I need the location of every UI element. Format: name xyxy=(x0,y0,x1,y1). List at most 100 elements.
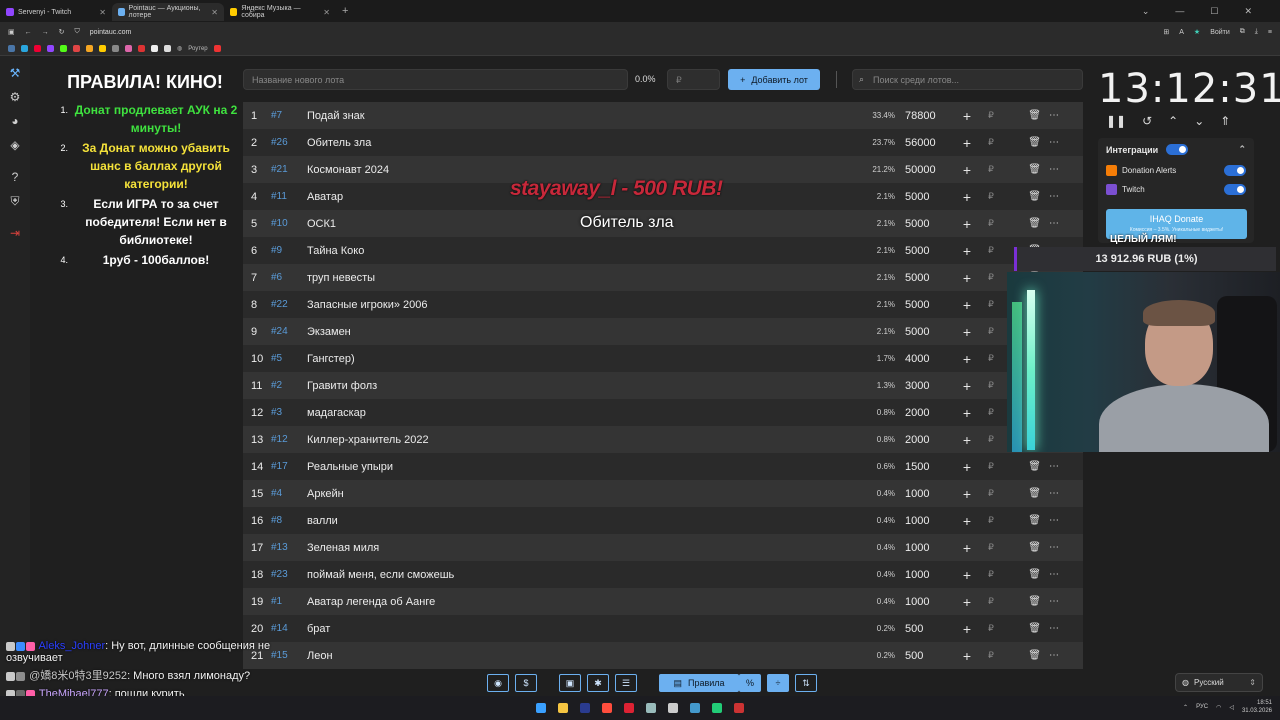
plus-icon[interactable]: + xyxy=(955,162,979,178)
trash-icon[interactable]: 🗑 xyxy=(1003,515,1041,526)
plus-icon[interactable]: + xyxy=(955,189,979,205)
ruble-icon[interactable]: ₽ xyxy=(979,110,1003,121)
bookmark-twitch-icon[interactable] xyxy=(47,45,54,52)
volume-icon[interactable]: ◁ xyxy=(1229,704,1234,711)
more-icon[interactable]: ⋯ xyxy=(1041,596,1067,607)
bug-icon[interactable]: ✱ xyxy=(587,674,609,692)
trash-icon[interactable]: 🗑 xyxy=(1003,542,1041,553)
ruble-icon[interactable]: ₽ xyxy=(979,650,1003,661)
lot-row[interactable]: 1 #7 Подай знак 33.4% 78800 + ₽ 🗑 ⋯ xyxy=(243,102,1083,129)
more-icon[interactable]: ⋯ xyxy=(1041,542,1067,553)
app-icon[interactable] xyxy=(734,703,744,713)
rules-button[interactable]: ▤ Правила xyxy=(659,674,739,692)
shield-check-icon[interactable]: ⛨ xyxy=(8,194,22,208)
more-icon[interactable]: ⋯ xyxy=(1041,110,1067,121)
plus-icon[interactable]: + xyxy=(955,378,979,394)
file-explorer-icon[interactable] xyxy=(558,703,568,713)
new-lot-input[interactable]: Название нового лота xyxy=(243,69,628,90)
plus-icon[interactable]: + xyxy=(955,135,979,151)
lot-sum[interactable]: 1000 xyxy=(895,515,955,527)
bookmark-generic-icon[interactable] xyxy=(151,45,158,52)
lot-sum[interactable]: 78800 xyxy=(895,110,955,122)
lot-name[interactable]: Гангстер) xyxy=(307,353,847,365)
more-icon[interactable]: ⋯ xyxy=(1041,137,1067,148)
ruble-icon[interactable]: ₽ xyxy=(979,353,1003,364)
more-icon[interactable]: ⋯ xyxy=(1041,515,1067,526)
lot-name[interactable]: Реальные упыри xyxy=(307,461,847,473)
pause-icon[interactable]: ❚❚ xyxy=(1106,114,1126,128)
keyboard-layout[interactable]: РУС xyxy=(1196,704,1208,710)
more-icon[interactable]: ⋯ xyxy=(1041,623,1067,634)
plus-icon[interactable]: + xyxy=(955,351,979,367)
ruble-icon[interactable]: ₽ xyxy=(979,299,1003,310)
more-icon[interactable]: ⋯ xyxy=(1041,569,1067,580)
menu-icon[interactable]: ≡ xyxy=(1268,29,1272,36)
lot-row[interactable]: 20 #14 брат 0.2% 500 + ₽ 🗑 ⋯ xyxy=(243,615,1083,642)
lot-sum[interactable]: 1000 xyxy=(895,488,955,500)
lot-row[interactable]: 19 #1 Аватар легенда об Аанге 0.4% 1000 + ₽ 🗑 ⋯ xyxy=(243,588,1083,615)
ruble-icon[interactable]: ₽ xyxy=(979,515,1003,526)
url-field[interactable]: pointauc.com xyxy=(90,29,132,36)
chevron-up-icon[interactable]: ⌃ xyxy=(1168,114,1178,128)
dollar-icon[interactable]: $ xyxy=(515,674,537,692)
close-icon[interactable]: ✕ xyxy=(323,8,330,17)
ruble-icon[interactable]: ₽ xyxy=(979,542,1003,553)
lot-sum[interactable]: 500 xyxy=(895,650,955,662)
reset-icon[interactable]: ↺ xyxy=(1142,114,1152,128)
bookmark-mail-icon[interactable] xyxy=(21,45,28,52)
donation-alerts-toggle[interactable] xyxy=(1224,165,1246,176)
lot-name[interactable]: Зеленая миля xyxy=(307,542,847,554)
plus-icon[interactable]: + xyxy=(955,216,979,232)
shield-icon[interactable]: ⛉ xyxy=(75,28,80,36)
plus-icon[interactable]: + xyxy=(955,486,979,502)
lot-name[interactable]: Киллер-хранитель 2022 xyxy=(307,434,847,446)
lot-name[interactable]: Аркейн xyxy=(307,488,847,500)
ruble-icon[interactable]: ₽ xyxy=(979,461,1003,472)
ruble-icon[interactable]: ₽ xyxy=(979,380,1003,391)
ruble-icon[interactable]: ₽ xyxy=(979,245,1003,256)
plus-icon[interactable]: + xyxy=(955,243,979,259)
ruble-icon[interactable]: ₽ xyxy=(979,434,1003,445)
plus-icon[interactable]: + xyxy=(955,405,979,421)
lot-row[interactable]: 15 #4 Аркейн 0.4% 1000 + ₽ 🗑 ⋯ xyxy=(243,480,1083,507)
lot-sum[interactable]: 1500 xyxy=(895,461,955,473)
integrations-toggle[interactable] xyxy=(1166,144,1189,155)
app-icon[interactable] xyxy=(690,703,700,713)
lot-name[interactable]: поймай меня, если сможешь xyxy=(307,569,847,581)
bookmark-router[interactable]: Роутер xyxy=(188,46,207,52)
lot-sum[interactable]: 50000 xyxy=(895,164,955,176)
steam-icon[interactable] xyxy=(646,703,656,713)
lot-sum[interactable]: 3000 xyxy=(895,380,955,392)
plus-icon[interactable]: + xyxy=(955,648,979,664)
trash-icon[interactable]: 🗑 xyxy=(1003,191,1041,202)
chat-username[interactable]: @嬌8米0特3里9252 xyxy=(29,670,127,682)
bookmark-red2-icon[interactable] xyxy=(138,45,145,52)
lot-sum[interactable]: 1000 xyxy=(895,596,955,608)
lot-sum[interactable]: 1000 xyxy=(895,542,955,554)
plus-icon[interactable]: + xyxy=(955,594,979,610)
chevron-up-icon[interactable]: ⌃ xyxy=(1238,144,1246,155)
twitch-toggle[interactable] xyxy=(1224,184,1246,195)
chat-username[interactable]: Aleks_Johner xyxy=(38,640,105,652)
lot-row[interactable]: 13#12Киллер-хранитель 20220.8%2000+₽🗑⋯ xyxy=(243,426,1083,453)
ruble-icon[interactable]: ₽ xyxy=(979,596,1003,607)
plus-icon[interactable]: + xyxy=(955,297,979,313)
plus-icon[interactable]: + xyxy=(955,108,979,124)
lot-name[interactable]: мадагаскар xyxy=(307,407,847,419)
extensions-icon[interactable]: ⧉ xyxy=(1240,28,1245,36)
app-icon[interactable] xyxy=(668,703,678,713)
lot-sum[interactable]: 5000 xyxy=(895,326,955,338)
plus-icon[interactable]: + xyxy=(955,513,979,529)
lot-row[interactable]: 2 #26 Обитель зла 23.7% 56000 + ₽ 🗑 ⋯ xyxy=(243,129,1083,156)
plus-icon[interactable]: + xyxy=(955,270,979,286)
browser-tab-yandex-music[interactable]: Яндекс Музыка — собира ✕ xyxy=(224,3,336,21)
lot-row[interactable]: 6#9Тайна Коко2.1%5000+₽🗑⋯ xyxy=(243,237,1083,264)
amount-input[interactable]: ₽ xyxy=(667,69,720,90)
lot-name[interactable]: Обитель зла xyxy=(307,137,847,149)
bookmark-tm-icon[interactable] xyxy=(112,45,119,52)
trash-icon[interactable]: 🗑 xyxy=(1003,569,1041,580)
trash-icon[interactable]: 🗑 xyxy=(1003,461,1041,472)
sort-icon[interactable]: ⇅ xyxy=(795,674,817,692)
bookmark-vk-icon[interactable] xyxy=(8,45,15,52)
more-icon[interactable]: ⋯ xyxy=(1041,461,1067,472)
